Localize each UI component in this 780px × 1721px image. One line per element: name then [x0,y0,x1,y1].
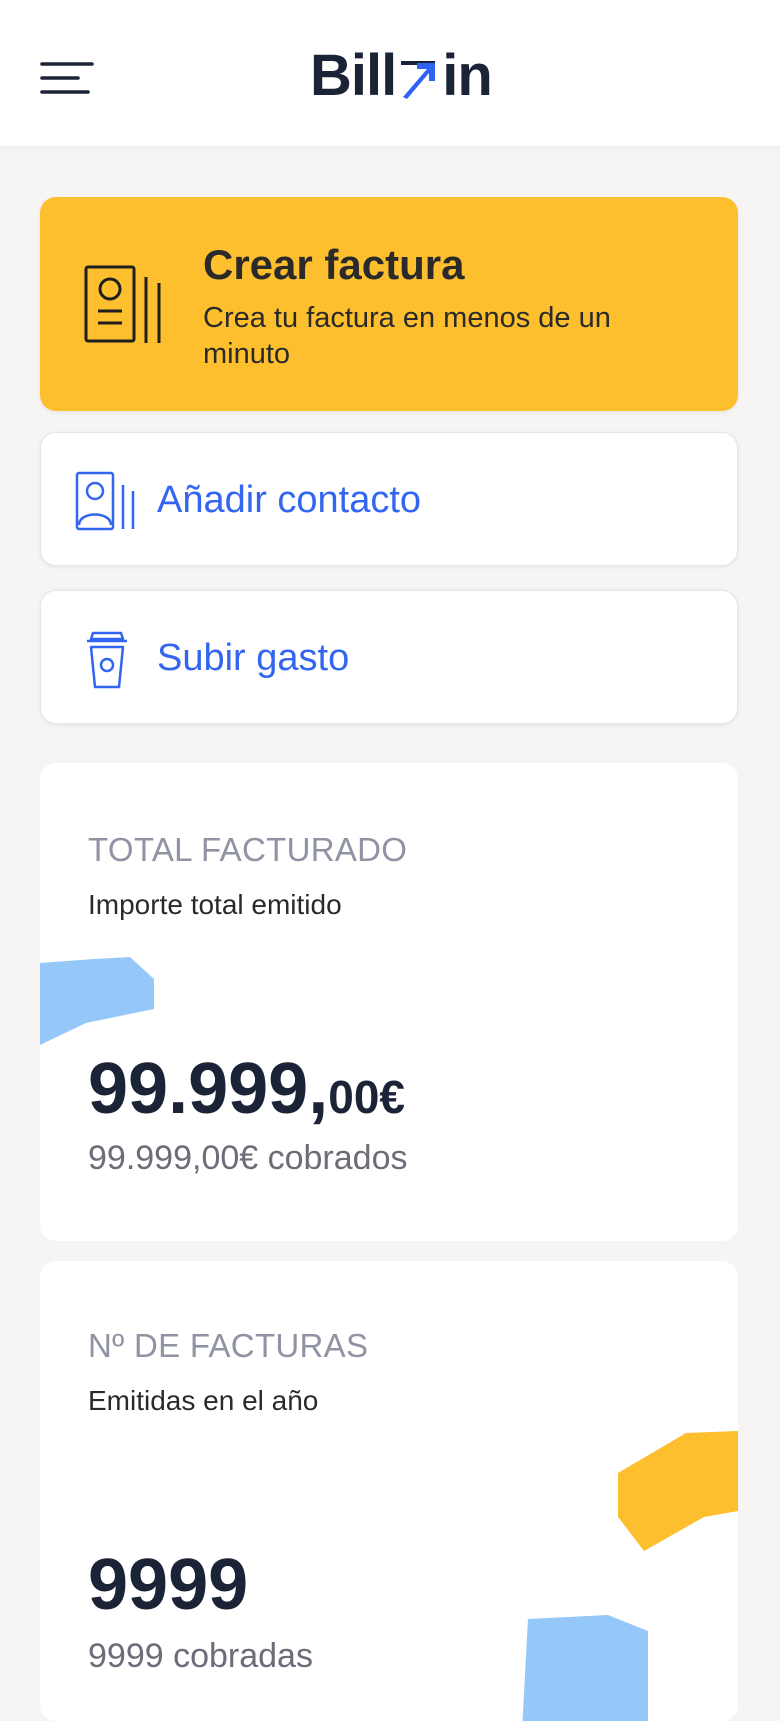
total-billed-amount: 99.999,00€ [88,1053,405,1125]
blue-blob-decoration [522,1615,648,1721]
blue-blob-decoration [40,957,154,1045]
add-contact-label: Añadir contacto [157,479,422,521]
invoice-count-subheading: Emitidas en el año [88,1385,319,1416]
total-billed-subheading: Importe total emitido [88,889,342,920]
top-header: Bill in [0,0,780,146]
total-billed-amount-main: 99.999, [88,1049,329,1129]
logo-text-right: in [442,43,493,108]
invoice-count-number: 9999 [88,1545,249,1625]
create-invoice-button[interactable]: Crear factura Crea tu factura en menos d… [40,197,738,411]
add-contact-button[interactable]: Añadir contacto [40,432,738,566]
total-billed-card: TOTAL FACTURADO Importe total emitido 99… [40,763,738,1241]
invoice-count-card: Nº DE FACTURAS Emitidas en el año 9999 9… [40,1261,738,1721]
invoice-count-collected: 9999 cobradas [88,1637,313,1675]
total-billed-collected: 99.999,00€ cobrados [88,1139,408,1177]
invoice-count-value: 9999 [88,1549,248,1621]
logo-arrow-icon [401,61,436,99]
logo-text-left: Bill [310,43,397,108]
create-invoice-title: Crear factura [203,241,465,288]
invoice-icon [84,265,161,343]
contact-card-icon [75,471,135,531]
hamburger-menu-icon[interactable] [40,58,94,100]
invoice-count-heading: Nº DE FACTURAS [88,1327,369,1364]
create-invoice-subtitle: Crea tu factura en menos de un minuto [203,302,611,370]
upload-expense-label: Subir gasto [157,637,350,679]
upload-expense-button[interactable]: Subir gasto [40,590,738,724]
yellow-blob-decoration [618,1431,738,1551]
billin-logo[interactable]: Bill in [310,43,493,108]
coffee-cup-icon [87,631,127,689]
total-billed-heading: TOTAL FACTURADO [88,831,408,868]
total-billed-amount-cents: 00€ [328,1071,405,1123]
